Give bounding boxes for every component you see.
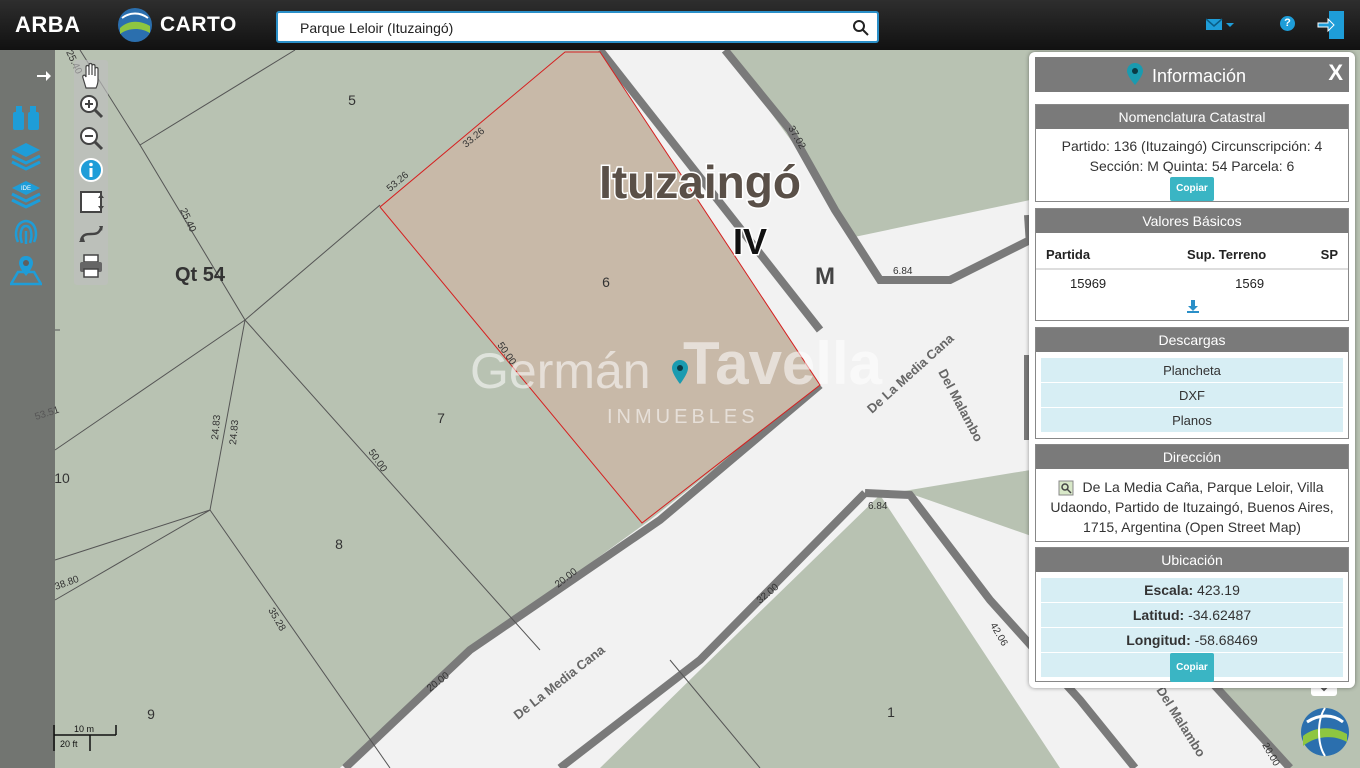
svg-text:INMUEBLES: INMUEBLES — [607, 406, 759, 428]
ubicacion-heading: Ubicación — [1036, 548, 1348, 572]
expand-arrow-icon[interactable] — [36, 68, 52, 84]
parcel-number-7: 7 — [437, 410, 445, 426]
section-label: M — [815, 263, 835, 290]
latitud-label: Latitud: — [1132, 607, 1185, 623]
dimension-label: 6.84 — [868, 501, 888, 512]
nomenclatura-heading: Nomenclatura Catastral — [1036, 105, 1348, 129]
svg-text:Germán: Germán — [470, 343, 651, 399]
sp-value — [1297, 269, 1348, 293]
longitud-row: Longitud: -58.68469 — [1041, 628, 1343, 653]
download-plancheta-link[interactable]: Plancheta — [1041, 358, 1343, 383]
carto-globe-icon — [118, 8, 152, 42]
escala-row: Escala: 423.19 — [1041, 578, 1343, 603]
parcel-number-1: 1 — [887, 704, 895, 720]
parcel-number-10: 10 — [54, 470, 70, 486]
latitud-row: Latitud: -34.62487 — [1041, 603, 1343, 628]
parcel-number-6: 6 — [602, 274, 610, 290]
longitud-label: Longitud: — [1126, 632, 1191, 648]
escala-label: Escala: — [1144, 582, 1194, 598]
info-panel-title: Información — [1152, 66, 1247, 86]
layers-icon[interactable] — [10, 140, 42, 172]
search-icon[interactable] — [851, 18, 871, 38]
print-icon[interactable] — [77, 252, 105, 280]
fingerprint-icon[interactable] — [10, 216, 42, 248]
svg-text:Tavella: Tavella — [683, 330, 883, 397]
scale-meters: 10 m — [74, 724, 95, 734]
escala-value: 423.19 — [1197, 582, 1240, 598]
sup-terreno-value: 1569 — [1235, 276, 1265, 291]
direccion-text: De La Media Caña, Parque Leloir, Villa U… — [1050, 479, 1334, 535]
close-icon[interactable]: X — [1328, 60, 1343, 86]
map-toolbar — [74, 60, 108, 285]
osm-map-icon — [1058, 480, 1074, 496]
table-row: 15969 1569 — [1036, 269, 1348, 293]
top-bar: ARBA CARTO ? — [0, 0, 1360, 50]
copy-row: Copiar — [1041, 653, 1343, 682]
map-pin-icon[interactable] — [10, 254, 42, 286]
scale-bar: 10 m 20 ft — [52, 723, 122, 753]
copy-nomenclatura-button[interactable]: Copiar — [1170, 177, 1214, 201]
carto-globe-logo-icon — [1301, 707, 1349, 757]
longitud-value: -58.68469 — [1194, 632, 1258, 648]
nomenclatura-line2: Sección: M Quinta: 54 Parcela: 6 — [1089, 158, 1295, 174]
partida-value: 15969 — [1070, 276, 1107, 291]
brand-logo[interactable]: ARBA — [15, 12, 81, 38]
download-planos-link[interactable]: Planos — [1041, 408, 1343, 433]
valores-basicos-section: Valores Básicos Partida Sup. Terreno SP … — [1035, 208, 1349, 321]
info-icon[interactable] — [77, 156, 105, 184]
direccion-heading: Dirección — [1036, 445, 1348, 469]
zoom-out-icon[interactable] — [77, 124, 105, 152]
scale-feet: 20 ft — [60, 739, 78, 749]
binoculars-icon[interactable] — [10, 102, 42, 134]
left-sidebar: IDE — [0, 50, 55, 768]
column-header-sup-terreno: Sup. Terreno — [1156, 243, 1298, 270]
zoom-in-icon[interactable] — [77, 92, 105, 120]
nomenclatura-line1: Partido: 136 (Ituzaingó) Circunscripción… — [1061, 138, 1323, 154]
direccion-section: Dirección De La Media Caña, Parque Leloi… — [1035, 444, 1349, 542]
circunscripcion-label: IV — [733, 221, 767, 262]
ide-layers-icon[interactable]: IDE — [10, 178, 42, 210]
info-panel-header: Información X — [1035, 57, 1349, 92]
carto-app-name: CARTO — [160, 13, 237, 36]
search-box — [276, 11, 879, 43]
measure-area-icon[interactable] — [77, 188, 105, 216]
location-pin-icon — [1127, 63, 1143, 85]
latitud-value: -34.62487 — [1188, 607, 1252, 623]
dimension-label: 24.83 — [228, 419, 241, 445]
quinta-label: Qt 54 — [175, 264, 226, 286]
svg-text:IDE: IDE — [21, 186, 31, 192]
dimension-label: 24.83 — [210, 414, 223, 440]
locality-label: Ituzaingó — [599, 156, 801, 208]
parcel-number-8: 8 — [335, 536, 343, 552]
measure-distance-icon[interactable] — [77, 220, 105, 248]
logout-icon[interactable] — [1316, 10, 1346, 40]
descargas-heading: Descargas — [1036, 328, 1348, 352]
mail-dropdown-icon[interactable] — [1206, 17, 1236, 33]
parcel-number-5: 5 — [348, 92, 356, 108]
dimension-label: 6.84 — [893, 266, 913, 277]
column-header-sp: SP — [1297, 243, 1348, 270]
download-dxf-link[interactable]: DXF — [1041, 383, 1343, 408]
copy-ubicacion-button[interactable]: Copiar — [1170, 653, 1214, 682]
valores-table: Partida Sup. Terreno SP 15969 1569 — [1036, 243, 1348, 293]
column-header-partida: Partida — [1036, 243, 1157, 270]
download-icon[interactable] — [1186, 299, 1200, 313]
valores-heading: Valores Básicos — [1036, 209, 1348, 233]
descargas-section: Descargas Plancheta DXF Planos — [1035, 327, 1349, 439]
ubicacion-section: Ubicación Escala: 423.19 Latitud: -34.62… — [1035, 547, 1349, 682]
nomenclatura-section: Nomenclatura Catastral Partido: 136 (Itu… — [1035, 104, 1349, 202]
help-icon[interactable]: ? — [1280, 16, 1295, 31]
info-panel: Información X Nomenclatura Catastral Par… — [1029, 52, 1355, 688]
pan-hand-icon[interactable] — [77, 62, 105, 90]
search-input[interactable] — [300, 18, 840, 38]
parcel-number-9: 9 — [147, 706, 155, 722]
